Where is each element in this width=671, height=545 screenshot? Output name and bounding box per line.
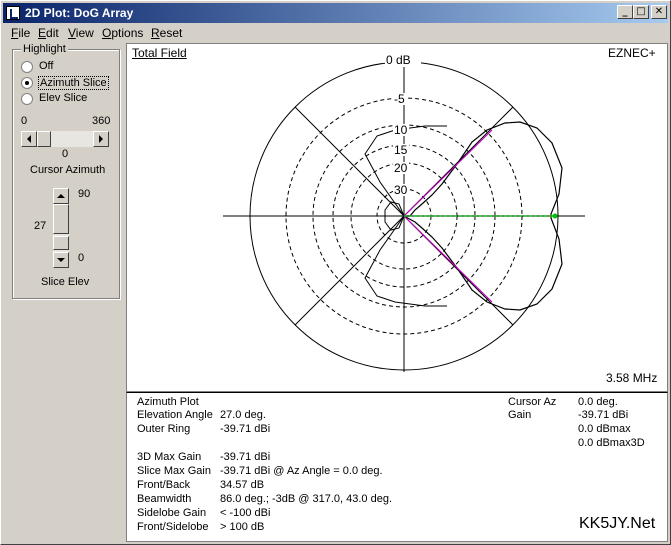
azimuth-value: 0 [62, 148, 69, 160]
azimuth-scroll-right-button[interactable] [93, 131, 109, 147]
watermark: KK5JY.Net [579, 515, 656, 532]
plot-window: 2D Plot: DoG Array _ □ ✕ File Edit View … [0, 0, 671, 545]
elevation-min-label: 0 [78, 252, 85, 264]
radio-elev-slice[interactable] [21, 93, 33, 105]
elevation-angle-value: 27.0 deg. [220, 409, 266, 421]
elevation-scroll-down-button[interactable] [53, 252, 69, 268]
beamwidth-label: Beamwidth [137, 493, 192, 505]
info-panel: Azimuth Plot Elevation Angle 27.0 deg. O… [126, 392, 668, 542]
slice-max-gain-label: Slice Max Gain [137, 465, 211, 477]
slice-elev-label: Slice Elev [41, 276, 90, 288]
maximize-button[interactable]: □ [633, 5, 649, 19]
highlight-label: Highlight [21, 43, 68, 55]
radio-off-label[interactable]: Off [39, 60, 53, 72]
app-icon[interactable] [6, 6, 20, 20]
max-gain-3d-label: 3D Max Gain [137, 451, 202, 463]
close-button[interactable]: ✕ [651, 5, 667, 19]
radio-azimuth-slice[interactable] [21, 77, 33, 89]
radio-azimuth-slice-label[interactable]: Azimuth Slice [38, 76, 109, 90]
front-sidelobe-value: > 100 dB [220, 521, 265, 533]
arrow-down-icon [57, 258, 65, 262]
outer-ring-value: -39.71 dBi [220, 423, 271, 435]
arrow-right-icon [99, 135, 103, 143]
arrow-up-icon [57, 194, 65, 198]
slice-max-gain-value: -39.71 dBi @ Az Angle = 0.0 deg. [220, 465, 383, 477]
title-bar[interactable]: 2D Plot: DoG Array _ □ ✕ [3, 3, 668, 23]
arrow-left-icon [27, 135, 31, 143]
cursor-marker [552, 213, 558, 219]
elevation-value: 27 [34, 220, 47, 232]
ring-label-15: 15 [394, 143, 408, 157]
azimuth-scroll-thumb[interactable] [37, 131, 51, 147]
elevation-angle-label: Elevation Angle [137, 409, 213, 421]
ring-label-0db: 0 dB [386, 53, 411, 67]
outer-ring-label: Outer Ring [137, 423, 191, 435]
azimuth-max-label: 360 [92, 115, 111, 127]
radio-off[interactable] [21, 61, 33, 73]
elevation-scroll-up-button[interactable] [53, 188, 69, 204]
info-heading: Azimuth Plot [137, 396, 199, 408]
gain-label: Gain [508, 409, 532, 421]
front-back-label: Front/Back [137, 479, 191, 491]
cursor-az-label: Cursor Az [508, 396, 557, 408]
ring-label-5: -5 [394, 92, 405, 106]
plot-area[interactable]: Total Field EZNEC+ 3.58 MHz 0 dB -5 10 1… [126, 43, 668, 392]
radio-elev-slice-label[interactable]: Elev Slice [39, 92, 87, 104]
menu-file[interactable]: File [11, 26, 30, 40]
menu-bar: File Edit View Options Reset [3, 24, 668, 42]
sidelobe-gain-label: Sidelobe Gain [137, 507, 207, 519]
beamwidth-line-lower [403, 215, 493, 303]
ring-label-20: 20 [394, 161, 408, 175]
pattern-lower-trace [364, 215, 447, 307]
polar-plot: 0 dB -5 10 15 20 30 [223, 53, 585, 372]
cursor-az-value: 0.0 deg. [578, 396, 618, 408]
elevation-scroll-thumb[interactable] [53, 236, 69, 250]
gain-value-dbmax: 0.0 dBmax [578, 423, 631, 435]
beamwidth-line-upper [403, 129, 493, 217]
front-sidelobe-label: Front/Sidelobe [137, 521, 209, 533]
ring-label-30: 30 [394, 183, 408, 197]
elevation-scroll-track[interactable] [53, 204, 69, 234]
max-gain-3d-value: -39.71 dBi [220, 451, 271, 463]
azimuth-min-label: 0 [21, 115, 28, 127]
menu-options[interactable]: Options [102, 26, 143, 40]
front-back-value: 34.57 dB [220, 479, 265, 491]
menu-edit[interactable]: Edit [38, 26, 59, 40]
gain-value-dbi: -39.71 dBi [578, 409, 629, 421]
minimize-button[interactable]: _ [617, 5, 633, 19]
window-title: 2D Plot: DoG Array [25, 6, 134, 20]
menu-reset[interactable]: Reset [151, 26, 182, 40]
ring-label-10: 10 [394, 123, 408, 137]
azimuth-scroll-left-button[interactable] [21, 131, 37, 147]
sidelobe-gain-value: < -100 dBi [220, 507, 271, 519]
gain-value-dbmax3d: 0.0 dBmax3D [578, 437, 645, 449]
cursor-azimuth-label: Cursor Azimuth [30, 164, 106, 176]
elevation-max-label: 90 [78, 188, 91, 200]
menu-view[interactable]: View [68, 26, 94, 40]
beamwidth-value: 86.0 deg.; -3dB @ 317.0, 43.0 deg. [220, 493, 393, 505]
